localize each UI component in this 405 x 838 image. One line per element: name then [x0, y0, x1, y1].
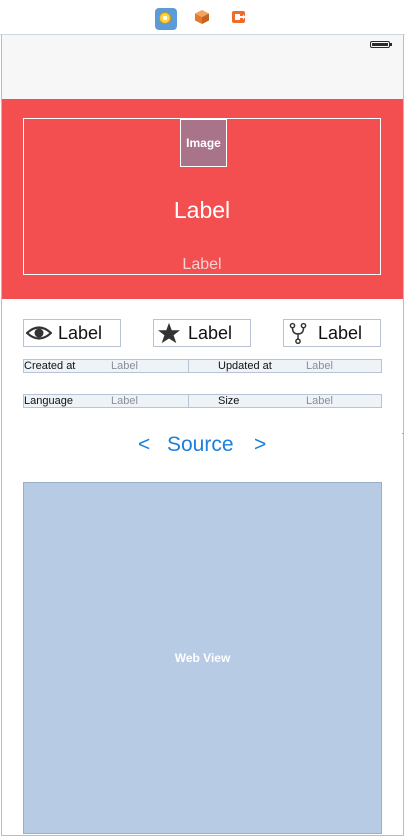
language-value: Label: [111, 395, 138, 407]
first-responder-icon[interactable]: [193, 8, 215, 30]
layout-guide-mark: [402, 433, 404, 434]
watchers-count-label: Label: [58, 323, 103, 343]
header-container: Image Label Label: [23, 118, 381, 275]
info-divider: [188, 395, 189, 407]
source-title[interactable]: Source: [167, 433, 234, 457]
star-icon: [156, 322, 182, 349]
repo-title-label: Label: [173, 197, 231, 223]
forks-count-label: Label: [318, 323, 363, 343]
device-frame: Image Label Label Label Label Label Crea…: [1, 35, 404, 836]
updated-at-key: Updated at: [218, 360, 272, 372]
avatar-image-view: Image: [180, 119, 227, 167]
watchers-stat[interactable]: Label: [23, 319, 121, 347]
repo-description-label: Label: [182, 256, 222, 273]
language-size-row: Language Label Size Label: [23, 394, 382, 408]
source-navigation: < Source >: [2, 431, 403, 461]
forks-stat[interactable]: Label: [283, 319, 381, 347]
stars-count-label: Label: [188, 323, 233, 343]
view-controller-icon[interactable]: [155, 8, 177, 30]
eye-icon: [25, 322, 53, 349]
fork-icon: [286, 322, 310, 349]
previous-button[interactable]: <: [138, 433, 150, 457]
stars-stat[interactable]: Label: [153, 319, 251, 347]
exit-icon[interactable]: [230, 8, 252, 30]
size-value: Label: [306, 395, 333, 407]
battery-icon: [370, 41, 392, 48]
repo-header: Image Label Label: [2, 99, 403, 299]
size-key: Size: [218, 395, 240, 407]
created-at-key: Created at: [24, 360, 76, 372]
created-at-value: Label: [111, 360, 138, 372]
navigation-bar: [2, 35, 403, 100]
web-view-placeholder: Web View: [174, 651, 231, 665]
info-divider: [188, 360, 189, 372]
updated-at-value: Label: [306, 360, 333, 372]
language-key: Language: [24, 395, 73, 407]
dates-row: Created at Label Updated at Label: [23, 359, 382, 373]
scene-dock: [0, 0, 405, 35]
web-view[interactable]: Web View: [23, 482, 382, 834]
next-button[interactable]: >: [254, 433, 266, 457]
